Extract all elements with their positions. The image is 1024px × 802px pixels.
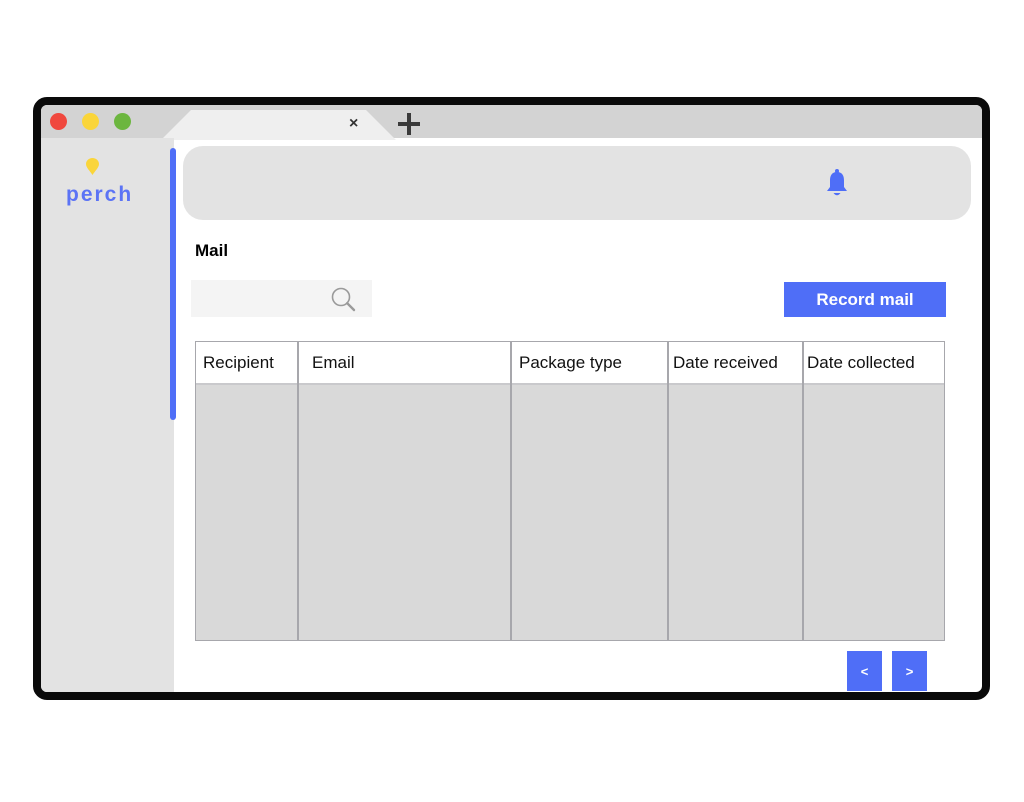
top-header-bar [183, 146, 971, 220]
column-header-email[interactable]: Email [299, 342, 512, 383]
pagination-prev-button[interactable]: < [847, 651, 882, 691]
tab-close-icon[interactable]: × [349, 114, 358, 134]
sidebar-scroll-indicator[interactable] [170, 148, 176, 420]
browser-window: × perch Mail Record mail Recipient Email… [33, 97, 990, 700]
mail-table: Recipient Email Package type Date receiv… [195, 341, 945, 641]
column-divider [510, 342, 512, 640]
column-divider [802, 342, 804, 640]
column-divider [667, 342, 669, 640]
logo-text: perch [66, 183, 134, 206]
window-maximize-button[interactable] [114, 113, 131, 130]
new-tab-plus-icon[interactable] [398, 113, 420, 135]
search-icon[interactable] [329, 285, 357, 313]
column-header-package-type[interactable]: Package type [512, 342, 669, 383]
search-input[interactable] [191, 280, 321, 317]
location-pin-icon [86, 158, 99, 175]
pagination-next-button[interactable]: > [892, 651, 927, 691]
record-mail-button[interactable]: Record mail [784, 282, 946, 317]
browser-titlebar: × [41, 105, 982, 140]
column-header-recipient[interactable]: Recipient [196, 342, 297, 383]
browser-tab[interactable] [161, 110, 396, 140]
window-minimize-button[interactable] [82, 113, 99, 130]
page-title: Mail [195, 241, 229, 260]
table-header: Recipient Email Package type Date receiv… [196, 342, 944, 385]
window-close-button[interactable] [50, 113, 67, 130]
column-header-date-received[interactable]: Date received [669, 342, 803, 383]
sidebar: perch [41, 138, 174, 692]
bell-icon[interactable] [824, 168, 850, 198]
column-header-date-collected[interactable]: Date collected [805, 342, 944, 383]
search-box[interactable] [191, 280, 372, 317]
column-divider [297, 342, 299, 640]
